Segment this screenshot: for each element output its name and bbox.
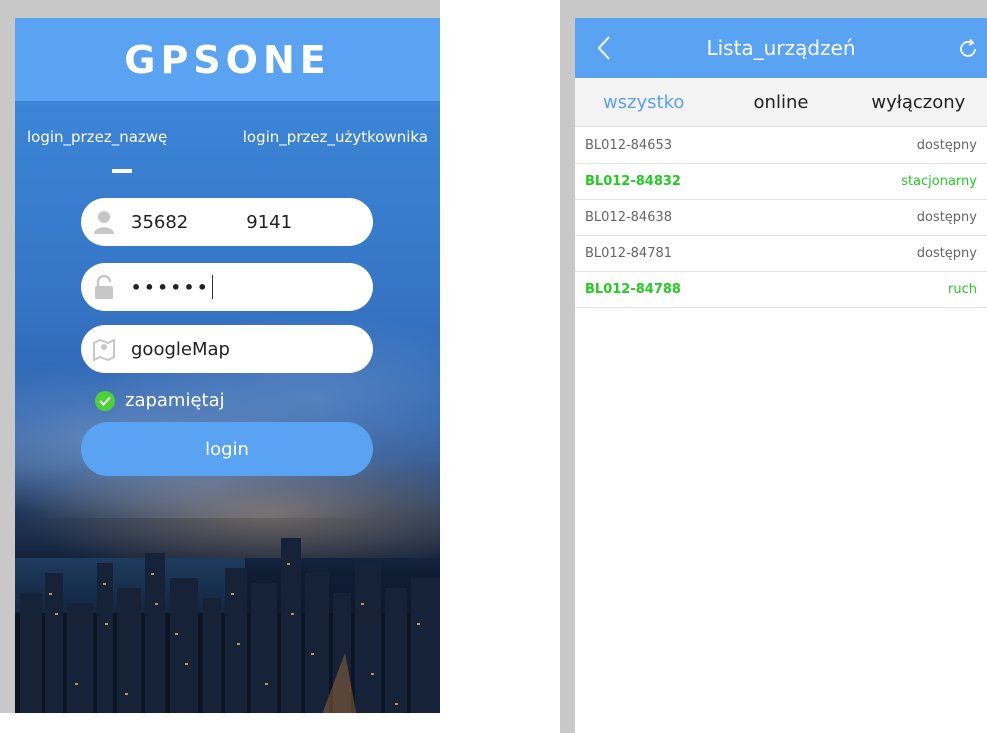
brand-logo-text: GPSONE [124,37,331,82]
text-cursor [212,275,214,299]
check-circle-icon [95,390,115,411]
login-button[interactable]: login [81,422,373,476]
list-item[interactable]: BL012-84781 dostępny [575,236,987,272]
status-filter-tabs: wszystko online wyłączony [575,78,987,127]
user-id-value-part1: 35682 [131,211,189,233]
active-tab-indicator [112,169,132,173]
city-skyline-image [15,538,440,733]
device-status: dostępny [916,138,977,153]
device-status: ruch [948,282,977,297]
user-id-value-part2: 9141 [246,211,293,233]
list-item[interactable]: BL012-84832 stacjonarny [575,164,987,200]
user-id-field[interactable]: 35682 9141 [81,198,373,246]
device-name: BL012-84638 [585,210,673,225]
login-screen: GPSONE login_przez_nazwę login_przez_uży… [15,18,440,733]
device-name: BL012-84653 [585,138,673,153]
list-item[interactable]: BL012-84653 dostępny [575,128,987,164]
login-mode-tabs: login_przez_nazwę login_przez_użytkownik… [15,128,440,158]
page-title: Lista_urządzeń [706,36,856,60]
device-name: BL012-84788 [585,282,681,297]
lock-icon [91,274,117,300]
map-select-field[interactable]: googleMap [81,325,373,373]
password-field[interactable]: •••••• [81,263,373,311]
remember-me-toggle[interactable]: zapamiętaj [95,390,225,411]
device-list: BL012-84653 dostępny BL012-84832 stacjon… [575,128,987,308]
tab-login-by-name[interactable]: login_przez_nazwę [15,128,179,158]
device-list-header: Lista_urządzeń [575,18,987,78]
back-arrow-icon[interactable] [593,34,617,62]
device-status: dostępny [916,246,977,261]
tab-offline[interactable]: wyłączony [850,92,987,113]
map-value: googleMap [131,338,230,360]
device-name: BL012-84781 [585,246,673,261]
device-list-screen: Lista_urządzeń wszystko online wyłączony… [575,18,987,733]
map-icon [91,336,117,362]
tab-all[interactable]: wszystko [575,92,712,113]
app-header: GPSONE [15,18,440,101]
list-item[interactable]: BL012-84638 dostępny [575,200,987,236]
tab-online[interactable]: online [712,92,849,113]
user-icon [91,209,117,235]
list-item[interactable]: BL012-84788 ruch [575,272,987,308]
device-status: stacjonarny [901,174,977,189]
bottom-margin [0,713,440,733]
refresh-icon[interactable] [957,38,979,60]
password-value: •••••• [131,277,211,297]
remember-label: zapamiętaj [125,390,225,411]
tab-login-by-user[interactable]: login_przez_użytkownika [231,128,440,158]
device-status: dostępny [916,210,977,225]
device-name: BL012-84832 [585,174,681,189]
